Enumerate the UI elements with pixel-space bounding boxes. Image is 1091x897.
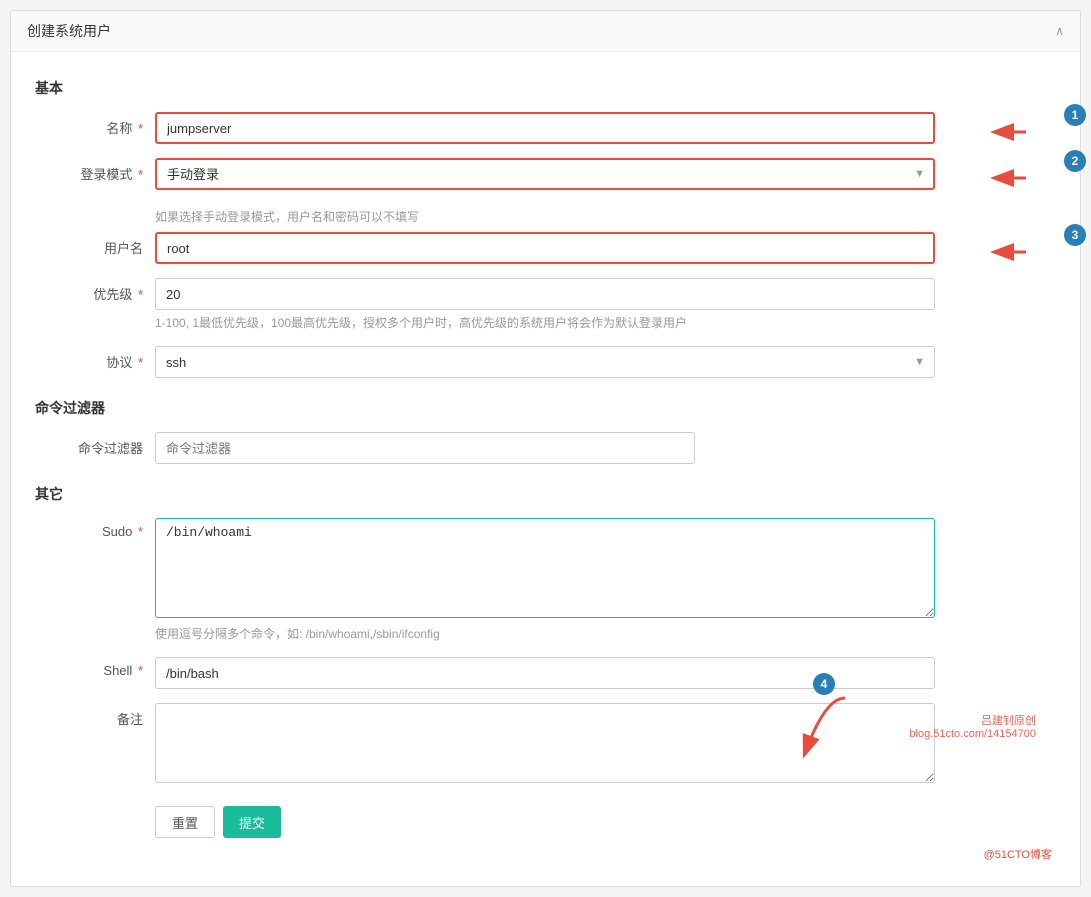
- notes-row: 备注 4: [35, 703, 1056, 786]
- username-row: 用户名 3: [35, 232, 1056, 264]
- command-filter-label: 命令过滤器: [35, 432, 155, 457]
- sudo-hint: 使用逗号分隔多个命令，如: /bin/whoami,/sbin/ifconfig: [155, 625, 935, 643]
- name-row: 名称 * 1: [35, 112, 1056, 144]
- login-mode-hint: 如果选择手动登录模式，用户名和密码可以不填写: [155, 208, 419, 226]
- submit-button[interactable]: 提交: [223, 806, 281, 838]
- name-input[interactable]: [155, 112, 935, 144]
- badge-2: 2: [1064, 150, 1086, 172]
- form-body: 基本 名称 * 1 登录模式 *: [11, 52, 1080, 886]
- name-required: *: [134, 121, 143, 136]
- login-mode-control: 手动登录 自动登录 ▼: [155, 158, 935, 190]
- username-control: [155, 232, 935, 264]
- name-control: [155, 112, 935, 144]
- priority-input[interactable]: [155, 278, 935, 310]
- badge-3: 3: [1064, 224, 1086, 246]
- priority-control: 1-100, 1最低优先级，100最高优先级，授权多个用户时，高优先级的系统用户…: [155, 278, 935, 332]
- page-header: 创建系统用户 ∧: [11, 11, 1080, 52]
- collapse-icon[interactable]: ∧: [1055, 24, 1064, 38]
- command-filter-input[interactable]: [155, 432, 695, 464]
- page-title: 创建系统用户: [27, 21, 111, 41]
- username-input[interactable]: [155, 232, 935, 264]
- protocol-row: 协议 * ssh rdp telnet ▼: [35, 346, 1056, 378]
- section-command-filter-title: 命令过滤器: [35, 398, 1056, 418]
- priority-row: 优先级 * 1-100, 1最低优先级，100最高优先级，授权多个用户时，高优先…: [35, 278, 1056, 332]
- section-other-title: 其它: [35, 484, 1056, 504]
- buttons-row: 重置 提交: [155, 806, 1056, 838]
- notes-control: 4: [155, 703, 935, 786]
- username-label: 用户名: [35, 232, 155, 257]
- shell-label: Shell *: [35, 657, 155, 678]
- watermark-line2: blog.51cto.com/14154700: [909, 728, 1036, 740]
- name-label: 名称 *: [35, 112, 155, 137]
- sudo-label: Sudo *: [35, 518, 155, 539]
- protocol-control: ssh rdp telnet ▼: [155, 346, 935, 378]
- shell-row: Shell *: [35, 657, 1056, 689]
- sudo-row: Sudo * /bin/whoami 使用逗号分隔多个命令，如: /bin/wh…: [35, 518, 1056, 643]
- command-filter-control: [155, 432, 935, 464]
- sudo-textarea[interactable]: /bin/whoami: [155, 518, 935, 618]
- priority-label: 优先级 *: [35, 278, 155, 303]
- priority-hint: 1-100, 1最低优先级，100最高优先级，授权多个用户时，高优先级的系统用户…: [155, 314, 935, 332]
- footer-badge: @51CTO博客: [984, 849, 1052, 861]
- watermark: 吕建钊原创 blog.51cto.com/14154700: [909, 712, 1036, 740]
- badge-1: 1: [1064, 104, 1086, 126]
- badge-4: 4: [813, 673, 835, 695]
- login-mode-label: 登录模式 *: [35, 158, 155, 183]
- reset-button[interactable]: 重置: [155, 806, 215, 838]
- sudo-control: /bin/whoami 使用逗号分隔多个命令，如: /bin/whoami,/s…: [155, 518, 935, 643]
- command-filter-row: 命令过滤器: [35, 432, 1056, 464]
- protocol-select[interactable]: ssh rdp telnet: [155, 346, 935, 378]
- notes-label: 备注: [35, 703, 155, 728]
- watermark-line1: 吕建钊原创: [909, 712, 1036, 728]
- protocol-label: 协议 *: [35, 346, 155, 371]
- login-mode-row: 登录模式 * 手动登录 自动登录 ▼ 2: [35, 158, 1056, 190]
- login-mode-select[interactable]: 手动登录 自动登录: [155, 158, 935, 190]
- login-mode-hint-row: 如果选择手动登录模式，用户名和密码可以不填写: [35, 204, 1056, 226]
- notes-textarea[interactable]: [155, 703, 935, 783]
- section-basic-title: 基本: [35, 78, 1056, 98]
